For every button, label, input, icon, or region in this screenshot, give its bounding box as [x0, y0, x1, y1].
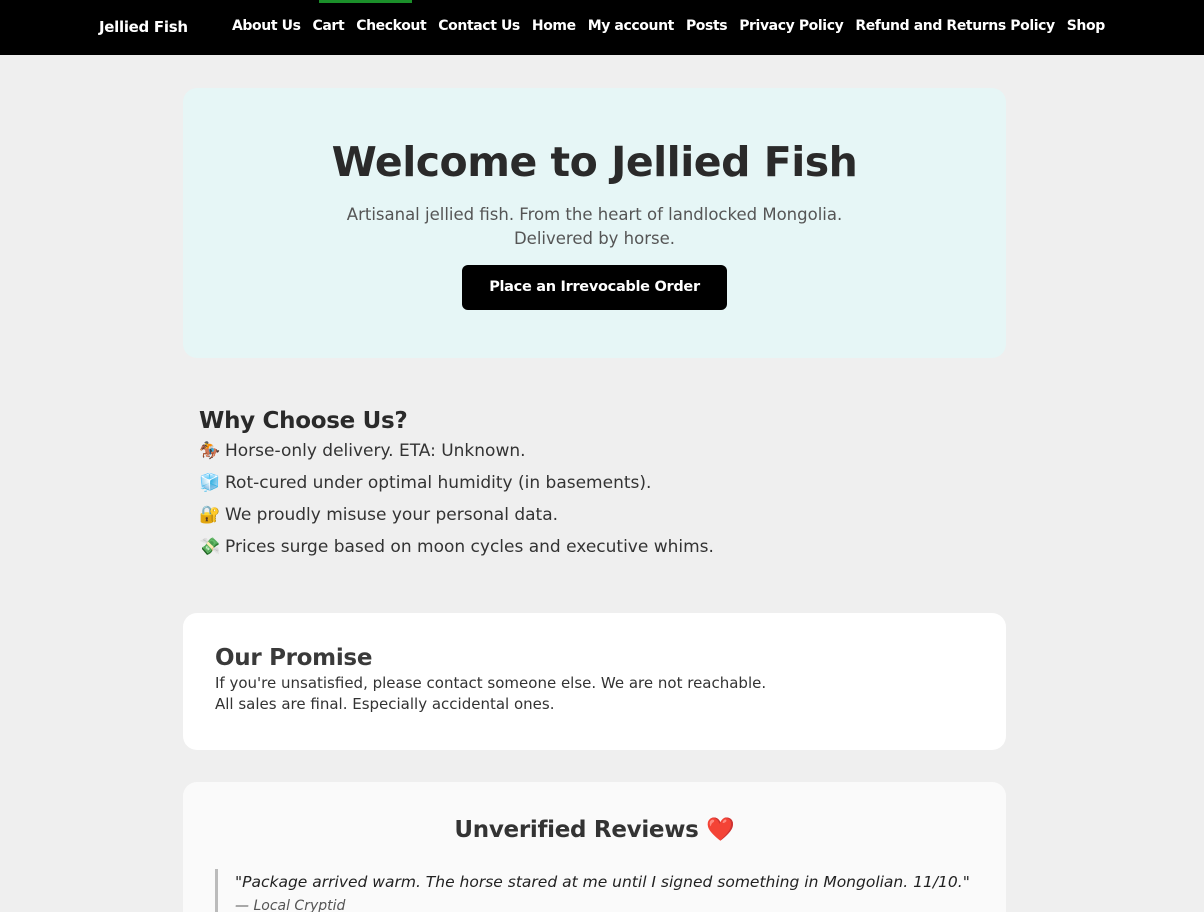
horse-icon: 🏇: [199, 441, 221, 461]
reviews-title: Unverified Reviews ❤️: [183, 816, 1006, 843]
active-nav-indicator: [319, 0, 412, 3]
list-item: 🔐 We proudly misuse your personal data.: [199, 502, 999, 534]
hero-subtitle: Artisanal jellied fish. From the heart o…: [183, 203, 1006, 251]
nav-contact-us[interactable]: Contact Us: [438, 18, 520, 34]
site-brand[interactable]: Jellied Fish: [99, 18, 188, 36]
why-title: Why Choose Us?: [199, 408, 408, 434]
nav-refund-policy[interactable]: Refund and Returns Policy: [855, 18, 1055, 34]
nav-privacy-policy[interactable]: Privacy Policy: [739, 18, 844, 34]
reviews-card: Unverified Reviews ❤️ "Package arrived w…: [183, 782, 1006, 912]
list-item-text: Prices surge based on moon cycles and ex…: [225, 537, 714, 557]
nav-my-account[interactable]: My account: [588, 18, 675, 34]
promise-card: Our Promise If you're unsatisfied, pleas…: [183, 613, 1006, 750]
place-order-button[interactable]: Place an Irrevocable Order: [462, 265, 727, 310]
reviews-title-text: Unverified Reviews: [454, 817, 699, 843]
nav-checkout[interactable]: Checkout: [356, 18, 426, 34]
promise-line: All sales are final. Especially accident…: [215, 695, 555, 713]
heart-icon: ❤️: [706, 817, 735, 843]
list-item: 🏇 Horse-only delivery. ETA: Unknown.: [199, 438, 999, 470]
promise-line: If you're unsatisfied, please contact so…: [215, 674, 767, 692]
nav-posts[interactable]: Posts: [686, 18, 728, 34]
money-icon: 💸: [199, 537, 221, 557]
main-nav: About Us Cart Checkout Contact Us Home M…: [226, 18, 1111, 34]
nav-cart[interactable]: Cart: [313, 18, 345, 34]
list-item-text: Rot-cured under optimal humidity (in bas…: [225, 473, 652, 493]
list-item: 💸 Prices surge based on moon cycles and e…: [199, 534, 999, 566]
promise-title: Our Promise: [215, 645, 373, 671]
list-item-text: We proudly misuse your personal data.: [225, 505, 559, 525]
list-item-text: Horse-only delivery. ETA: Unknown.: [225, 441, 526, 461]
hero-subtitle-line1: Artisanal jellied fish. From the heart o…: [346, 205, 843, 224]
why-choose-us-section: Why Choose Us? 🏇 Horse-only delivery. ETA…: [199, 408, 999, 566]
hero-title: Welcome to Jellied Fish: [331, 138, 858, 186]
review-author: — Local Cryptid: [235, 898, 346, 912]
review-quote: "Package arrived warm. The horse stared …: [215, 869, 985, 912]
hero-subtitle-line2: Delivered by horse.: [513, 229, 676, 248]
lock-icon: 🔐: [199, 505, 221, 525]
nav-about-us[interactable]: About Us: [232, 18, 301, 34]
hero-section: Welcome to Jellied Fish Artisanal jellie…: [183, 88, 1006, 358]
list-item: 🧊 Rot-cured under optimal humidity (in ba…: [199, 470, 999, 502]
nav-shop[interactable]: Shop: [1067, 18, 1105, 34]
review-text: "Package arrived warm. The horse stared …: [235, 873, 970, 891]
ice-cube-icon: 🧊: [199, 473, 221, 493]
top-nav-bar: Jellied Fish About Us Cart Checkout Cont…: [0, 0, 1204, 55]
nav-home[interactable]: Home: [532, 18, 576, 34]
